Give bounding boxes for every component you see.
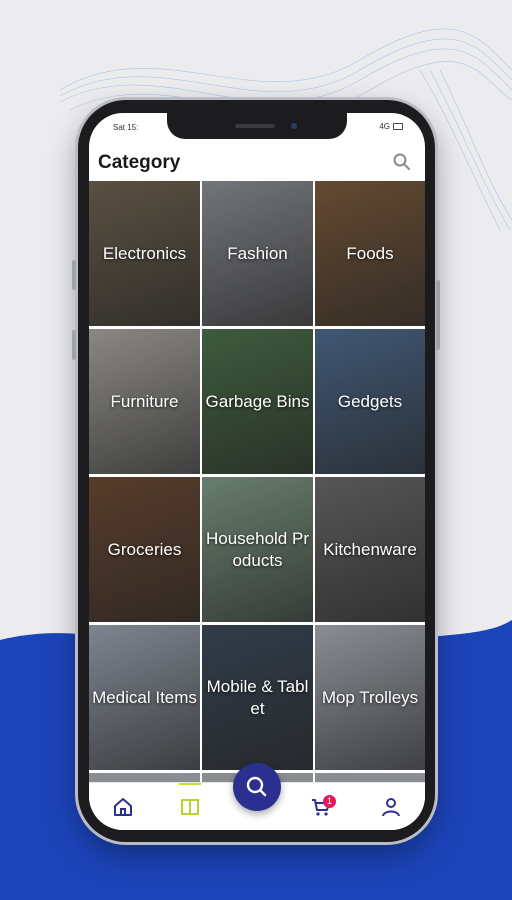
book-icon[interactable] xyxy=(178,795,202,819)
category-label: Groceries xyxy=(107,539,182,559)
category-label: Garbage Bins xyxy=(205,391,310,411)
page-title: Category xyxy=(98,152,181,173)
category-tile[interactable]: Kitchenware xyxy=(315,477,425,622)
category-tile[interactable]: Groceries xyxy=(89,477,200,622)
nav-active-indicator xyxy=(179,783,201,785)
category-label: Furniture xyxy=(110,391,179,411)
category-label: Household Products xyxy=(205,528,309,570)
category-label: Mop Trolleys xyxy=(321,687,419,707)
category-tile[interactable]: Gedgets xyxy=(315,329,425,474)
category-tile[interactable]: Foods xyxy=(315,181,425,326)
camera xyxy=(291,123,297,129)
search-fab-button[interactable] xyxy=(233,763,281,811)
app-screen: Sat 15: 4G Category Electronics Fashion Fo… xyxy=(89,113,425,830)
category-tile[interactable]: Garbage Bins xyxy=(202,329,313,474)
search-icon[interactable] xyxy=(391,151,413,173)
category-label: Mobile & Tablet xyxy=(206,676,309,718)
phone-side-button xyxy=(72,260,76,290)
category-label: Electronics xyxy=(102,243,187,263)
signal-text: 4G xyxy=(379,122,390,131)
category-label: Kitchenware xyxy=(323,539,417,559)
category-grid: Electronics Fashion Foods Furniture Garbage … xyxy=(89,181,425,791)
category-tile[interactable]: Fashion xyxy=(202,181,313,326)
app-header: Category xyxy=(89,143,425,181)
category-tile[interactable]: Household Products xyxy=(202,477,313,622)
category-tile[interactable]: Mop Trolleys xyxy=(315,625,425,770)
battery-icon xyxy=(393,123,403,130)
category-label: Medical Items xyxy=(92,687,197,707)
user-icon[interactable] xyxy=(379,795,403,819)
cart-badge: 1 xyxy=(323,795,336,808)
speaker xyxy=(235,124,275,128)
category-label: Fashion xyxy=(227,243,288,263)
category-label: Gedgets xyxy=(337,391,403,411)
search-icon xyxy=(246,776,267,797)
home-icon[interactable] xyxy=(111,795,135,819)
phone-power-button xyxy=(436,280,440,350)
category-label: Foods xyxy=(346,243,394,263)
category-tile[interactable]: Electronics xyxy=(89,181,200,326)
notch xyxy=(167,113,347,139)
status-time: Sat 15: xyxy=(113,123,139,132)
category-tile[interactable]: Mobile & Tablet xyxy=(202,625,313,770)
phone-side-button xyxy=(72,330,76,360)
category-tile[interactable]: Furniture xyxy=(89,329,200,474)
category-tile[interactable]: Medical Items xyxy=(89,625,200,770)
status-icons: 4G xyxy=(379,122,403,131)
